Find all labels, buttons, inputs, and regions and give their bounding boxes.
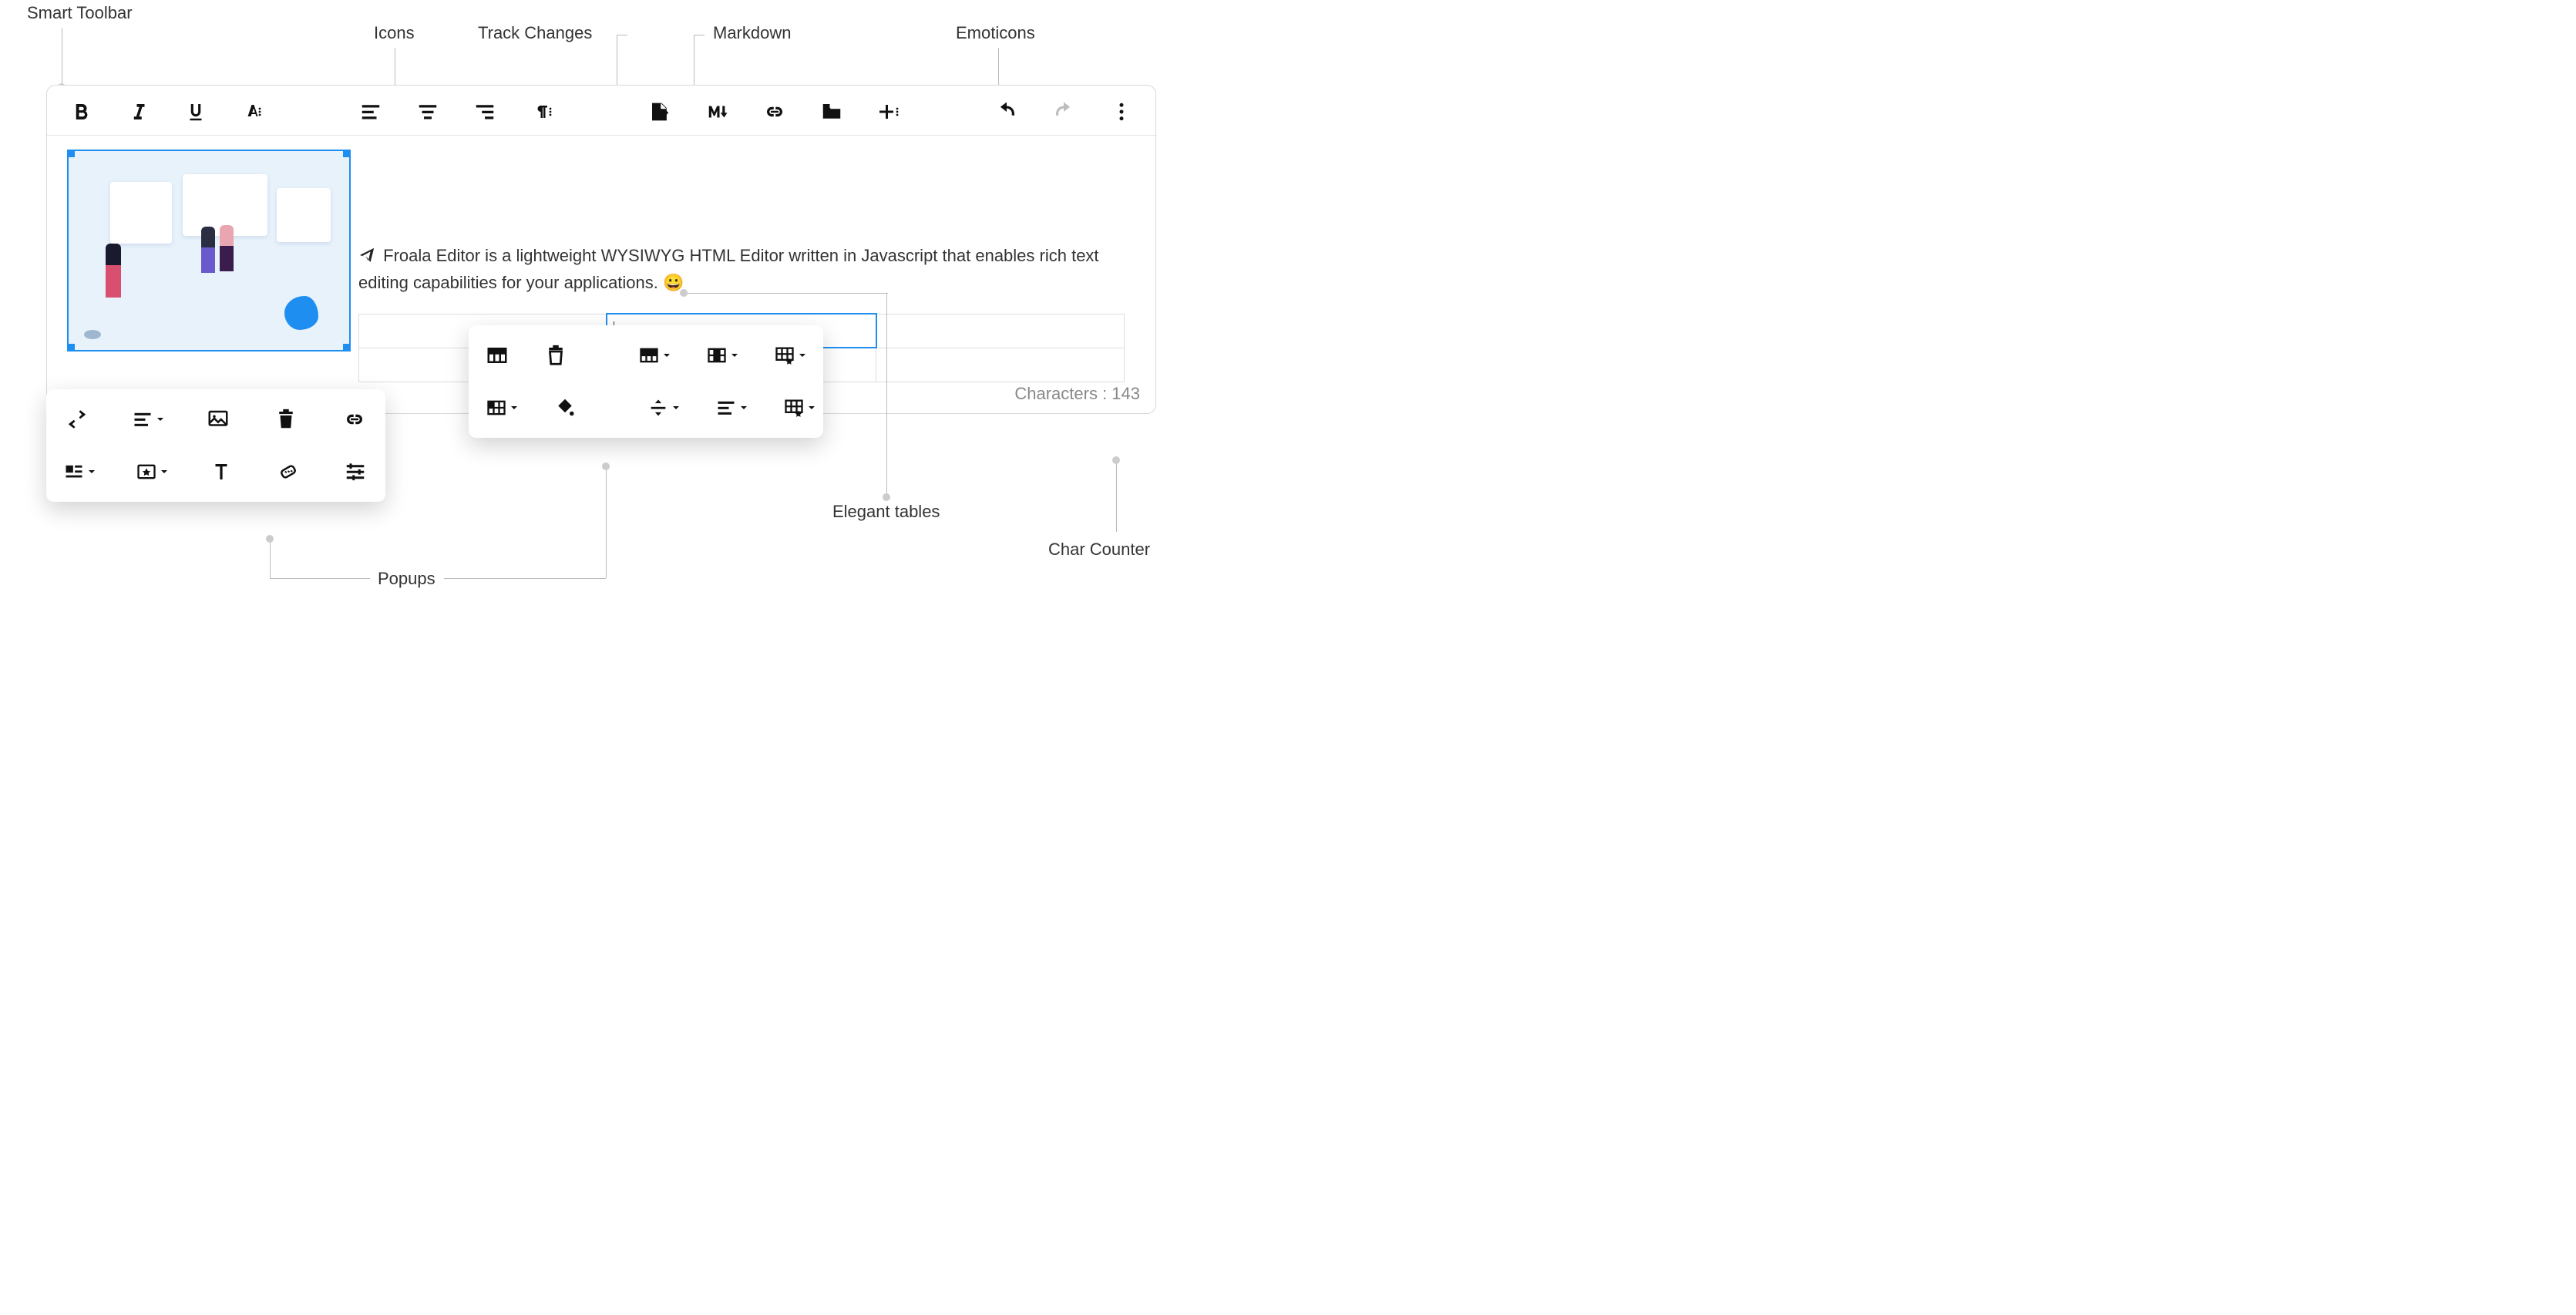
paragraph-format-more-button[interactable]: [529, 96, 557, 127]
image-style-dropdown[interactable]: [136, 456, 168, 488]
callout-markdown: Markdown: [713, 23, 791, 43]
resize-handle-tl[interactable]: [67, 150, 75, 157]
table-style-dropdown[interactable]: [774, 339, 806, 372]
align-center-button[interactable]: [414, 96, 442, 127]
table-popup: [469, 325, 823, 438]
text-color-more-button[interactable]: [239, 96, 267, 127]
char-counter: Characters : 143: [1014, 384, 1140, 404]
callout-popups: Popups: [378, 569, 435, 589]
image-alt-button[interactable]: [208, 456, 235, 488]
smart-toolbar: [47, 86, 1155, 136]
align-left-button[interactable]: [357, 96, 385, 127]
selected-image[interactable]: [67, 150, 351, 351]
paragraph-text: Froala Editor is a lightweight WYSIWYG H…: [358, 246, 1099, 292]
callout-elegant-tables: Elegant tables: [832, 502, 940, 522]
table-cell-dropdown[interactable]: [486, 392, 518, 424]
image-illustration: [69, 151, 349, 350]
callout-smart-toolbar: Smart Toolbar: [27, 3, 133, 23]
bold-button[interactable]: [67, 96, 95, 127]
files-button[interactable]: [818, 96, 846, 127]
image-link-button[interactable]: [341, 403, 369, 436]
char-counter-value: 143: [1111, 384, 1140, 403]
image-delete-button[interactable]: [272, 403, 301, 436]
callout-char-counter: Char Counter: [1048, 540, 1150, 560]
track-changes-button[interactable]: [646, 96, 674, 127]
image-display-dropdown[interactable]: [63, 456, 96, 488]
replace-image-button[interactable]: [63, 403, 92, 436]
editor-paragraph[interactable]: Froala Editor is a lightweight WYSIWYG H…: [358, 242, 1125, 296]
table-header-button[interactable]: [486, 339, 509, 372]
resize-handle-tr[interactable]: [343, 150, 351, 157]
undo-button[interactable]: [993, 96, 1021, 127]
table-remove-button[interactable]: [544, 339, 567, 372]
table-cell[interactable]: [876, 314, 1125, 348]
callout-icons: Icons: [374, 23, 415, 43]
cell-background-button[interactable]: [553, 392, 577, 424]
resize-handle-br[interactable]: [343, 344, 351, 351]
table-cell[interactable]: [876, 348, 1125, 382]
char-counter-label: Characters :: [1014, 384, 1111, 403]
vertical-align-dropdown[interactable]: [647, 392, 680, 424]
image-advanced-edit-button[interactable]: [341, 456, 368, 488]
table-row-dropdown[interactable]: [638, 339, 671, 372]
horizontal-align-dropdown[interactable]: [715, 392, 748, 424]
markdown-button[interactable]: [703, 96, 731, 127]
italic-button[interactable]: [124, 96, 152, 127]
paper-plane-icon: [358, 244, 375, 271]
underline-button[interactable]: [182, 96, 210, 127]
resize-handle-bl[interactable]: [67, 344, 75, 351]
align-right-button[interactable]: [471, 96, 499, 127]
image-align-dropdown[interactable]: [132, 403, 164, 436]
table-column-dropdown[interactable]: [706, 339, 738, 372]
callout-emoticons: Emoticons: [956, 23, 1035, 43]
insert-more-button[interactable]: [876, 96, 903, 127]
redo-button[interactable]: [1050, 96, 1078, 127]
image-popup: [46, 389, 385, 502]
image-caption-button[interactable]: [204, 403, 233, 436]
insert-link-button[interactable]: [761, 96, 789, 127]
cell-style-dropdown[interactable]: [783, 392, 816, 424]
callout-track-changes: Track Changes: [478, 23, 592, 43]
more-ellipsis-button[interactable]: [1108, 96, 1135, 127]
image-size-button[interactable]: [275, 456, 302, 488]
